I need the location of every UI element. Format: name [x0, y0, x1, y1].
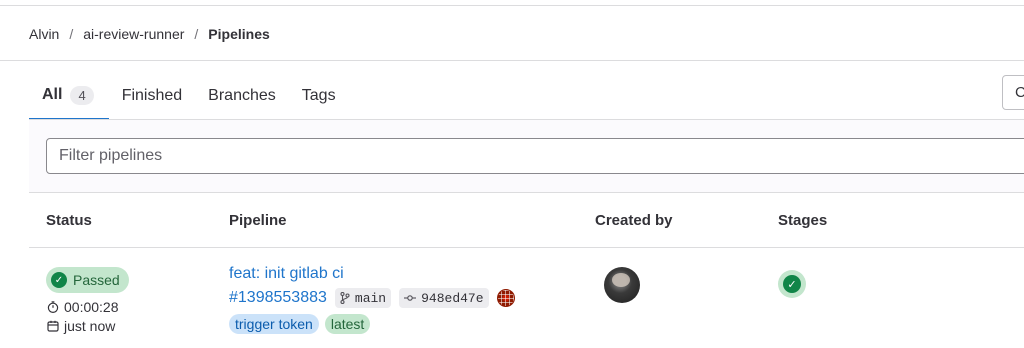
tab-tags[interactable]: Tags — [289, 72, 349, 120]
status-label: Passed — [73, 272, 120, 288]
commit-sha[interactable]: 948ed47e — [399, 288, 489, 308]
latest-badge: latest — [324, 314, 371, 334]
tab-finished-label: Finished — [121, 87, 183, 104]
finished-value: just now — [64, 318, 116, 334]
tab-all-label: All — [42, 86, 63, 103]
tab-all-count: 4 — [70, 85, 94, 105]
commit-icon — [404, 295, 417, 301]
branch-icon — [340, 292, 350, 304]
tab-all[interactable]: All 4 — [29, 72, 109, 120]
commit-title-link[interactable]: feat: init gitlab ci — [229, 265, 344, 283]
filter-pipelines-input[interactable] — [46, 138, 1024, 174]
status-badge[interactable]: ✓ Passed — [46, 267, 129, 293]
timer-icon — [47, 301, 59, 313]
stage-status-button[interactable]: ✓ — [778, 270, 806, 298]
commit-author-avatar[interactable] — [496, 289, 515, 307]
finished-line: just now — [47, 318, 115, 334]
pipeline-info: #1398553883 main 948ed47e — [229, 288, 515, 308]
duration-line: 00:00:28 — [47, 299, 119, 315]
breadcrumb: Alvin / ai-review-runner / Pipelines — [29, 24, 270, 44]
pipeline-id-link[interactable]: #1398553883 — [229, 289, 327, 307]
breadcrumb-separator: / — [194, 26, 199, 42]
clear-runner-caches-button[interactable]: C — [1002, 75, 1024, 110]
top-border — [0, 0, 1024, 6]
filter-bar — [29, 120, 1024, 193]
table-header: Status Pipeline Created by Stages — [29, 194, 1024, 248]
creator-avatar[interactable] — [604, 267, 640, 303]
check-circle-icon: ✓ — [783, 275, 801, 293]
breadcrumb-separator: / — [69, 26, 74, 42]
breadcrumb-current[interactable]: Pipelines — [208, 26, 269, 42]
header-pipeline: Pipeline — [229, 212, 287, 229]
branch-name: main — [354, 290, 387, 306]
breadcrumb-divider — [0, 60, 1024, 61]
pipeline-tabs: All 4 Finished Branches Tags — [29, 72, 349, 120]
tab-finished[interactable]: Finished — [109, 72, 195, 120]
header-created-by: Created by — [595, 212, 673, 229]
tab-branches-label: Branches — [208, 87, 276, 104]
tab-tags-label: Tags — [301, 87, 336, 104]
breadcrumb-user[interactable]: Alvin — [29, 26, 59, 42]
table-row: ✓ Passed 00:00:28 just now feat: init gi… — [29, 249, 1024, 348]
trigger-token-badge: trigger token — [229, 314, 319, 334]
commit-sha-value: 948ed47e — [421, 290, 484, 306]
breadcrumb-project[interactable]: ai-review-runner — [83, 26, 184, 42]
duration-value: 00:00:28 — [64, 299, 119, 315]
calendar-icon — [47, 320, 59, 332]
header-stages: Stages — [778, 212, 828, 229]
header-status: Status — [46, 212, 92, 229]
check-circle-icon: ✓ — [51, 272, 67, 288]
tab-branches[interactable]: Branches — [195, 72, 289, 120]
branch-ref[interactable]: main — [334, 288, 392, 308]
pipeline-badges: trigger token latest — [229, 314, 371, 334]
